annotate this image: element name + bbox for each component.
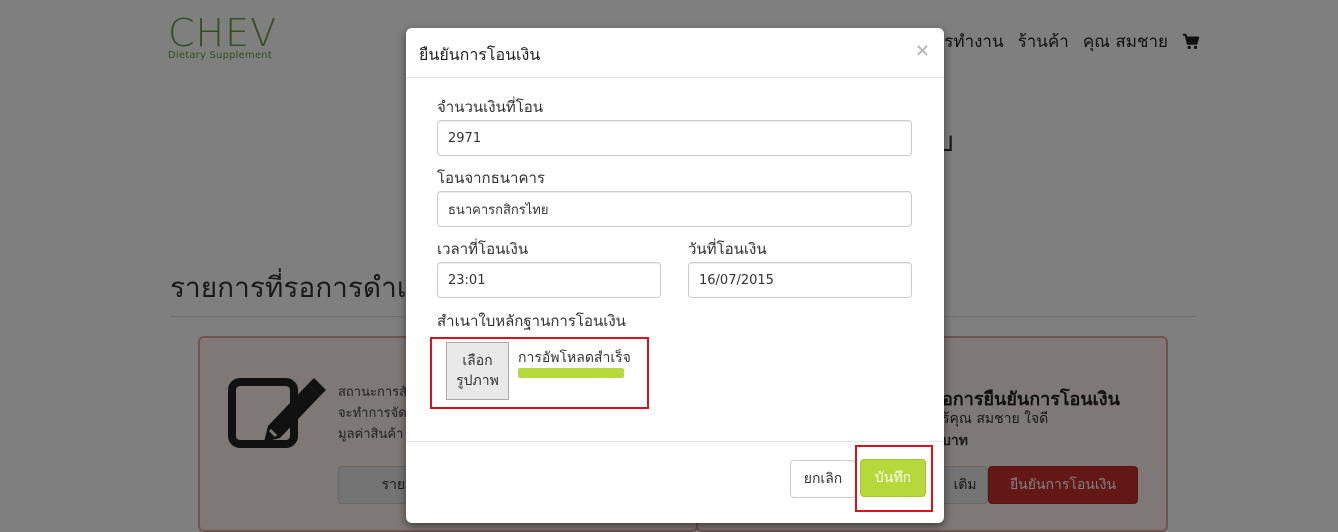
amount-input[interactable] (437, 120, 912, 156)
transfer-date-input[interactable] (688, 262, 912, 298)
cancel-button[interactable]: ยกเลิก (790, 460, 856, 498)
choose-image-label-line2: รูปภาพ (456, 373, 499, 389)
modal-title: ยืนยันการโอนเงิน (419, 45, 541, 64)
transfer-time-input[interactable] (437, 262, 661, 298)
choose-image-button[interactable]: เลือก รูปภาพ (446, 342, 509, 400)
receipt-label: สำเนาใบหลักฐานการโอนเงิน (437, 312, 626, 330)
transfer-date-label: วันที่โอนเงิน (688, 240, 767, 258)
upload-progress-fill (518, 368, 624, 378)
upload-status-text: การอัพโหลดสำเร็จ (518, 350, 631, 366)
bank-label: โอนจากธนาคาร (437, 169, 545, 187)
modal-footer: ยกเลิก บันทึก (406, 441, 944, 523)
save-button[interactable]: บันทึก (860, 459, 926, 497)
transfer-confirm-modal: ยืนยันการโอนเงิน × จำนวนเงินที่โอน โอนจา… (406, 28, 944, 523)
upload-progress-bar (518, 368, 624, 378)
close-icon[interactable]: × (915, 40, 930, 61)
choose-image-label-line1: เลือก (462, 353, 493, 369)
transfer-time-label: เวลาที่โอนเงิน (437, 240, 529, 258)
modal-body: จำนวนเงินที่โอน โอนจากธนาคาร เวลาที่โอนเ… (406, 78, 944, 442)
bank-input[interactable] (437, 191, 912, 227)
amount-label: จำนวนเงินที่โอน (437, 98, 544, 116)
modal-header: ยืนยันการโอนเงิน × (406, 28, 944, 78)
